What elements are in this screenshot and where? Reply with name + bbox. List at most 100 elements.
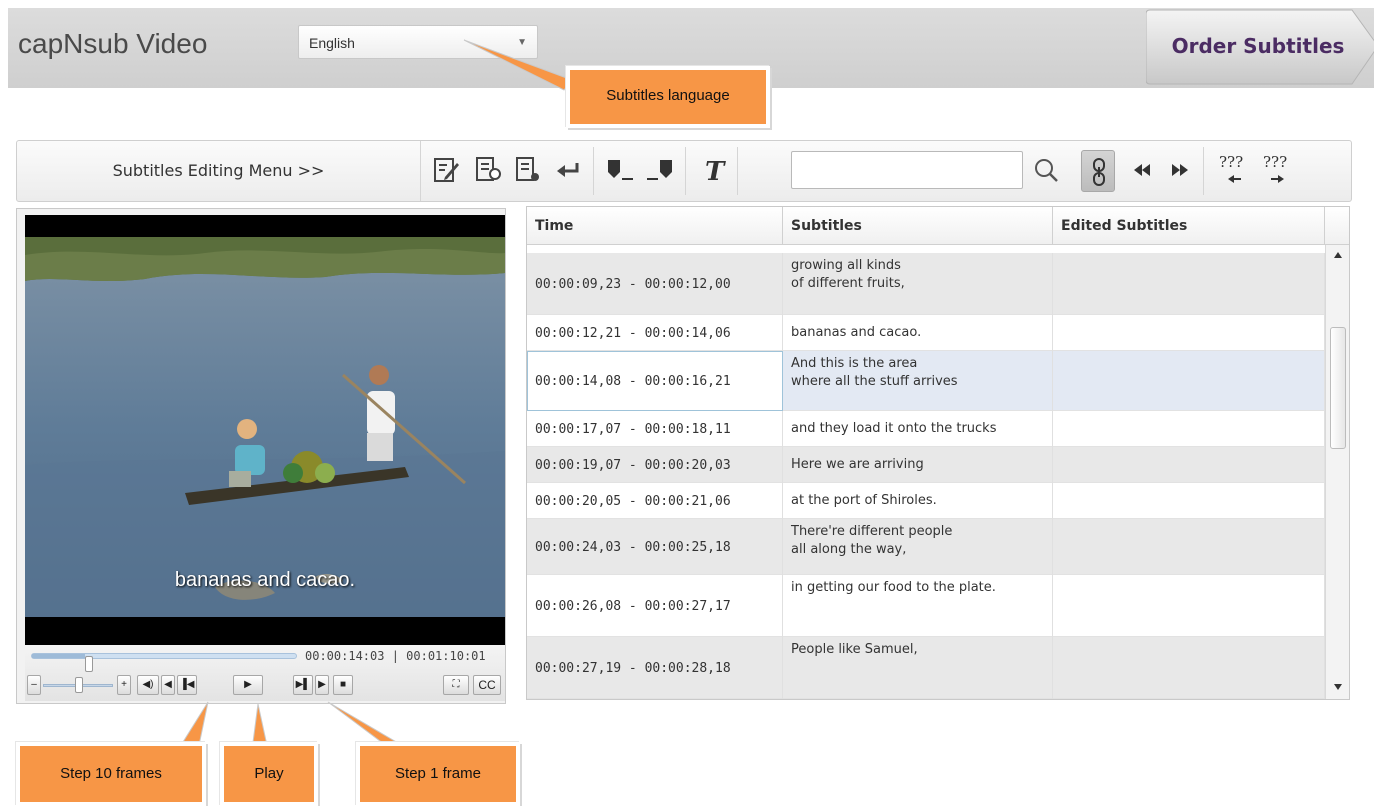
fast-forward-icon[interactable] bbox=[1165, 155, 1195, 185]
time-cell[interactable]: 00:00:26,08 - 00:00:27,17 bbox=[527, 575, 783, 637]
speaker-step-back-icon: ◀) bbox=[142, 679, 154, 690]
volume-thumb[interactable] bbox=[75, 677, 83, 693]
subtitle-text-cell[interactable]: Here we are arriving bbox=[783, 447, 1053, 483]
edit-icon[interactable] bbox=[431, 155, 461, 185]
search-input[interactable] bbox=[791, 151, 1023, 189]
rewind-icon[interactable] bbox=[1127, 155, 1157, 185]
closed-captions-button[interactable]: CC bbox=[473, 675, 501, 695]
subtitle-text-cell[interactable]: There're different people all along the … bbox=[783, 519, 1053, 575]
undo-icon[interactable] bbox=[553, 155, 583, 185]
language-callout: Subtitles language bbox=[566, 66, 770, 128]
subtitle-text-cell[interactable]: bananas and cacao. bbox=[783, 315, 1053, 351]
subtitles-table: Time Subtitles Edited Subtitles 00:00:09… bbox=[526, 206, 1350, 700]
time-cell[interactable]: 00:00:24,03 - 00:00:25,18 bbox=[527, 519, 783, 575]
seek-progress bbox=[32, 654, 85, 658]
scroll-up-icon[interactable] bbox=[1333, 251, 1343, 259]
seek-bar[interactable] bbox=[31, 653, 297, 672]
player-controls: 00:00:14:03 | 00:01:10:01 – + ◀) ◀ ▐◀ ▶ … bbox=[25, 645, 505, 701]
time-cell[interactable]: 00:00:14,08 - 00:00:16,21 bbox=[527, 351, 783, 411]
column-header-time[interactable]: Time bbox=[527, 207, 783, 245]
prev-unknown-icon bbox=[1228, 175, 1241, 183]
edited-subtitle-cell[interactable] bbox=[1053, 519, 1325, 575]
table-row[interactable]: 00:00:20,05 - 00:00:21,06 at the port of … bbox=[527, 483, 1325, 519]
table-row[interactable]: 00:00:19,07 - 00:00:20,03 Here we are arr… bbox=[527, 447, 1325, 483]
table-row[interactable]: 00:00:17,07 - 00:00:18,11 and they load i… bbox=[527, 411, 1325, 447]
edited-subtitle-cell[interactable] bbox=[1053, 351, 1325, 411]
step-back-1-frame-button[interactable]: ◀ bbox=[161, 675, 175, 695]
next-unknown-button[interactable]: ??? bbox=[1261, 153, 1295, 189]
table-row[interactable]: 00:00:14,08 - 00:00:16,21 And this is the… bbox=[527, 351, 1325, 411]
step-back-10-frames-button[interactable]: ▐◀ bbox=[177, 675, 197, 695]
scroll-thumb[interactable] bbox=[1330, 327, 1346, 449]
step-back-icon: ◀ bbox=[164, 679, 172, 690]
time-cell[interactable]: 00:00:20,05 - 00:00:21,06 bbox=[527, 483, 783, 519]
step-10-frames-callout: Step 10 frames bbox=[16, 742, 206, 806]
subtitle-text-cell[interactable]: in getting our food to the plate. bbox=[783, 575, 1053, 637]
fullscreen-button[interactable]: ⛶ bbox=[443, 675, 469, 695]
seek-thumb[interactable] bbox=[85, 656, 93, 672]
time-cell[interactable]: 00:00:27,19 - 00:00:28,18 bbox=[527, 637, 783, 699]
toolbar-separator bbox=[593, 147, 594, 195]
subtitle-text-cell[interactable]: at the port of Shiroles. bbox=[783, 483, 1053, 519]
mark-start-icon[interactable] bbox=[605, 155, 635, 185]
edited-subtitle-cell[interactable] bbox=[1053, 637, 1325, 699]
toolbar-separator bbox=[685, 147, 686, 195]
subtitle-text-cell[interactable]: And this is the area where all the stuff… bbox=[783, 351, 1053, 411]
time-cell[interactable]: 00:00:12,21 - 00:00:14,06 bbox=[527, 315, 783, 351]
time-readout: 00:00:14:03 | 00:01:10:01 bbox=[305, 649, 486, 663]
edited-subtitle-cell[interactable] bbox=[1053, 575, 1325, 637]
table-row[interactable]: 00:00:24,03 - 00:00:25,18 There're differ… bbox=[527, 519, 1325, 575]
video-frame[interactable]: bananas and cacao. bbox=[25, 215, 505, 645]
stop-button[interactable]: ■ bbox=[333, 675, 353, 695]
edited-subtitle-cell[interactable] bbox=[1053, 411, 1325, 447]
insert-before-icon[interactable] bbox=[473, 155, 503, 185]
step-back-audio-button[interactable]: ◀) bbox=[137, 675, 159, 695]
search-icon[interactable] bbox=[1031, 155, 1061, 185]
subtitle-text-cell[interactable]: growing all kinds of different fruits, bbox=[783, 253, 1053, 315]
scroll-down-icon[interactable] bbox=[1333, 683, 1343, 691]
column-header-edited-subtitles[interactable]: Edited Subtitles bbox=[1053, 207, 1325, 245]
step-1-frame-callout: Step 1 frame bbox=[356, 742, 520, 806]
play-button[interactable]: ▶ bbox=[233, 675, 263, 695]
prev-unknown-button[interactable]: ??? bbox=[1217, 153, 1251, 189]
edited-subtitle-cell[interactable] bbox=[1053, 447, 1325, 483]
video-subtitle-caption: bananas and cacao. bbox=[174, 569, 356, 591]
stop-icon: ■ bbox=[339, 679, 347, 690]
table-header: Time Subtitles Edited Subtitles bbox=[527, 207, 1349, 245]
step-forward-10-frames-button[interactable]: ▶▌ bbox=[293, 675, 313, 695]
order-subtitles-button[interactable]: Order Subtitles bbox=[1146, 8, 1374, 88]
app-title: capNsub Video bbox=[18, 28, 208, 59]
language-select-value: English bbox=[309, 35, 355, 51]
video-player: bananas and cacao. 00:00:14:03 | 00:01:1… bbox=[16, 208, 506, 704]
table-row[interactable]: 00:00:27,19 - 00:00:28,18 People like Sam… bbox=[527, 637, 1325, 699]
edited-subtitle-cell[interactable] bbox=[1053, 253, 1325, 315]
language-callout-pointer bbox=[463, 39, 573, 91]
next-unknown-label: ??? bbox=[1263, 153, 1288, 171]
skip-back-icon: ▐◀ bbox=[179, 679, 195, 690]
step-forward-icon: ▶ bbox=[318, 679, 326, 690]
skip-forward-icon: ▶▌ bbox=[295, 679, 311, 690]
volume-up-button[interactable]: + bbox=[117, 675, 131, 695]
edited-subtitle-cell[interactable] bbox=[1053, 483, 1325, 519]
volume-down-button[interactable]: – bbox=[27, 675, 41, 695]
subtitle-text-cell[interactable]: and they load it onto the trucks bbox=[783, 411, 1053, 447]
time-cell[interactable]: 00:00:19,07 - 00:00:20,03 bbox=[527, 447, 783, 483]
time-cell[interactable]: 00:00:17,07 - 00:00:18,11 bbox=[527, 411, 783, 447]
table-row[interactable]: 00:00:26,08 - 00:00:27,17 in getting our … bbox=[527, 575, 1325, 637]
time-cell[interactable]: 00:00:09,23 - 00:00:12,00 bbox=[527, 253, 783, 315]
column-header-subtitles[interactable]: Subtitles bbox=[783, 207, 1053, 245]
table-row[interactable]: 00:00:09,23 - 00:00:12,00 growing all kin… bbox=[527, 253, 1325, 315]
mark-end-icon[interactable] bbox=[645, 155, 675, 185]
order-subtitles-label: Order Subtitles bbox=[1171, 34, 1345, 58]
toolbar-separator bbox=[737, 147, 738, 195]
subtitle-text-cell[interactable]: People like Samuel, bbox=[783, 637, 1053, 699]
text-format-icon[interactable]: T bbox=[697, 155, 727, 185]
subtitles-editing-menu-button[interactable]: Subtitles Editing Menu >> bbox=[17, 141, 421, 201]
svg-text:T: T bbox=[705, 157, 726, 185]
insert-after-icon[interactable] bbox=[513, 155, 543, 185]
link-toggle-button[interactable] bbox=[1081, 150, 1115, 192]
table-scrollbar[interactable] bbox=[1325, 245, 1349, 699]
edited-subtitle-cell[interactable] bbox=[1053, 315, 1325, 351]
step-forward-1-frame-button[interactable]: ▶ bbox=[315, 675, 329, 695]
table-row[interactable]: 00:00:12,21 - 00:00:14,06 bananas and cac… bbox=[527, 315, 1325, 351]
